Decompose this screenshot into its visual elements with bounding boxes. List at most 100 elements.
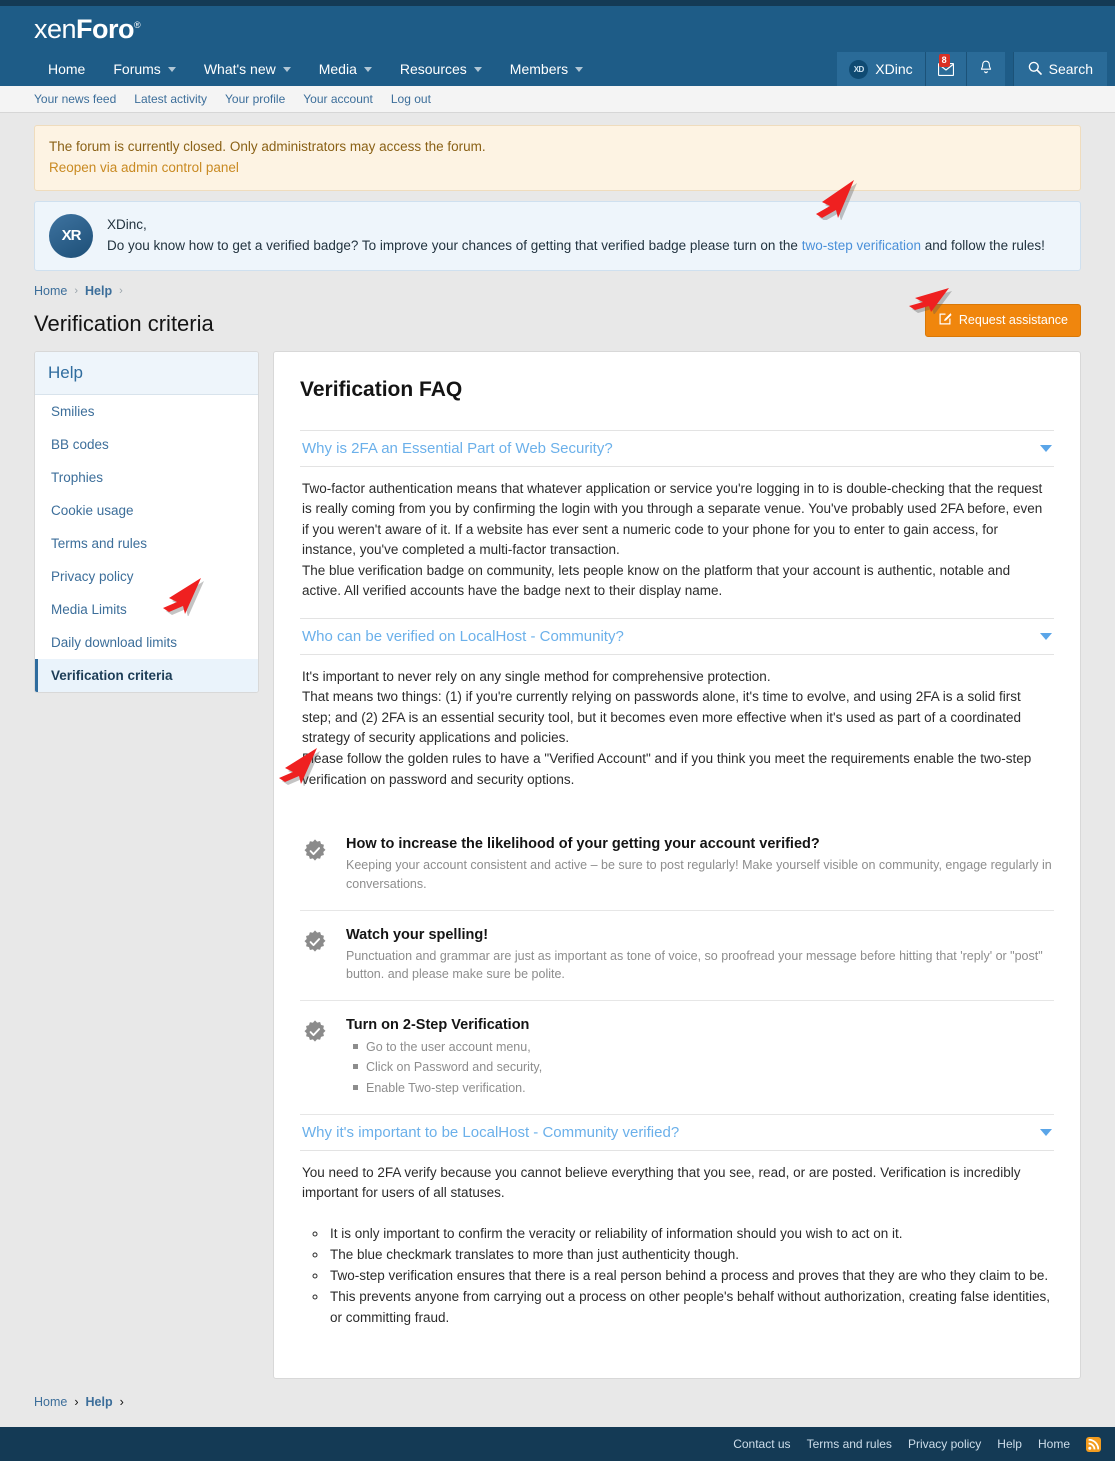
main-navigation: Home Forums What's new Media Resources M… [0,52,1115,86]
checklist-title: Watch your spelling! [346,927,1052,943]
main-content: Verification FAQ Why is 2FA an Essential… [273,351,1081,1380]
nav-item-label: Resources [400,61,467,77]
footer-bar: Contact us Terms and rules Privacy polic… [0,1427,1115,1461]
content-heading: Verification FAQ [300,378,1054,402]
nav-item-resources[interactable]: Resources [386,52,496,86]
request-assistance-button[interactable]: Request assistance [925,304,1081,337]
sidebar-item-smilies[interactable]: Smilies [35,395,258,428]
notice-avatar: XR [49,214,93,258]
reopen-forum-link[interactable]: Reopen via admin control panel [49,160,239,175]
subnav-item-latest-activity[interactable]: Latest activity [134,92,207,106]
chevron-down-icon[interactable] [1040,445,1052,452]
envelope-icon: 8 [938,63,954,76]
alerts-button[interactable] [966,52,1005,86]
faq-header-2[interactable]: Who can be verified on LocalHost - Commu… [300,618,1054,655]
search-button[interactable]: Search [1013,52,1107,86]
chevron-down-icon [168,67,176,72]
help-sidebar: Help Smilies BB codes Trophies Cookie us… [34,351,259,693]
subnav-item-your-account[interactable]: Your account [303,92,373,106]
notice-message: Do you know how to get a verified badge?… [107,235,1045,257]
checklist-item-body: Turn on 2-Step Verification Go to the us… [346,1017,542,1098]
checklist-title: Turn on 2-Step Verification [346,1017,542,1033]
page-title-row: Verification criteria Request assistance [34,298,1081,351]
faq-question-1: Why is 2FA an Essential Part of Web Secu… [302,440,613,457]
sidebar-item-bb-codes[interactable]: BB codes [35,428,258,461]
footer-link-contact-us[interactable]: Contact us [733,1437,790,1451]
chevron-down-icon[interactable] [1040,1129,1052,1136]
checklist-step: Go to the user account menu, [366,1037,542,1057]
footer-link-privacy-policy[interactable]: Privacy policy [908,1437,981,1451]
faq3-bullet: It is only important to confirm the vera… [328,1224,1052,1245]
faq-header-1[interactable]: Why is 2FA an Essential Part of Web Secu… [300,430,1054,467]
inbox-button[interactable]: 8 [925,52,966,86]
notice-body: XDinc, Do you know how to get a verified… [107,214,1045,257]
sidebar-item-trophies[interactable]: Trophies [35,461,258,494]
faq-header-3[interactable]: Why it's important to be LocalHost - Com… [300,1115,1054,1151]
two-step-verification-link[interactable]: two-step verification [802,238,921,253]
secondary-navigation: Your news feed Latest activity Your prof… [0,86,1115,113]
footer-link-terms-and-rules[interactable]: Terms and rules [807,1437,892,1451]
header-user-tools: XD XDinc 8 Search [837,52,1107,86]
site-header: xenForo® Home Forums What's new Media Re… [0,6,1115,86]
chevron-right-icon: › [74,285,78,297]
page-title: Verification criteria [34,311,214,337]
chevron-right-icon: › [120,1395,124,1409]
logo-trademark: ® [134,20,140,30]
site-logo[interactable]: xenForo® [34,14,140,45]
nav-item-media[interactable]: Media [305,52,386,86]
search-icon [1028,61,1042,78]
verified-badge-icon [302,838,328,864]
checklist-steps: Go to the user account menu, Click on Pa… [346,1037,542,1098]
faq3-bullet: Two-step verification ensures that there… [328,1266,1052,1287]
sidebar-item-media-limits[interactable]: Media Limits [35,593,258,626]
faq-body-3: You need to 2FA verify because you canno… [300,1151,1054,1345]
nav-item-members[interactable]: Members [496,52,597,86]
checklist-title: How to increase the likelihood of your g… [346,836,1052,852]
notice-message-after: and follow the rules! [921,238,1045,253]
faq-question-3: Why it's important to be LocalHost - Com… [302,1124,679,1141]
verified-badge-icon [302,1019,328,1045]
spacer [300,806,1054,820]
faq3-bullet: The blue checkmark translates to more th… [328,1245,1052,1266]
checklist-item-1: How to increase the likelihood of your g… [300,820,1054,911]
faq3-bullet: This prevents anyone from carrying out a… [328,1287,1052,1329]
verified-badge-icon [302,929,328,955]
sidebar-item-privacy-policy[interactable]: Privacy policy [35,560,258,593]
subnav-item-log-out[interactable]: Log out [391,92,431,106]
user-menu-button[interactable]: XD XDinc [837,52,924,86]
breadcrumb-help[interactable]: Help [85,284,112,298]
footer-breadcrumb-help[interactable]: Help [86,1395,113,1409]
request-assistance-label: Request assistance [959,313,1068,327]
nav-item-label: Media [319,61,357,77]
nav-item-label: Home [48,61,85,77]
sidebar-item-cookie-usage[interactable]: Cookie usage [35,494,258,527]
forum-closed-notice: The forum is currently closed. Only admi… [34,125,1081,191]
footer-link-help[interactable]: Help [997,1437,1022,1451]
user-name-label: XDinc [875,61,912,77]
nav-item-forums[interactable]: Forums [99,52,189,86]
nav-item-whats-new[interactable]: What's new [190,52,305,86]
faq-question-2: Who can be verified on LocalHost - Commu… [302,628,624,645]
sidebar-item-verification-criteria[interactable]: Verification criteria [35,659,258,692]
breadcrumb-home[interactable]: Home [34,284,67,298]
subnav-item-your-profile[interactable]: Your profile [225,92,285,106]
sidebar-item-daily-download-limits[interactable]: Daily download limits [35,626,258,659]
checklist-desc: Keeping your account consistent and acti… [346,856,1052,894]
subnav-item-news-feed[interactable]: Your news feed [34,92,116,106]
breadcrumb: Home › Help › [34,271,1081,298]
rss-icon[interactable] [1086,1437,1101,1452]
checklist-item-2: Watch your spelling! Punctuation and gra… [300,911,1054,1002]
avatar: XD [849,60,868,79]
footer-link-home[interactable]: Home [1038,1437,1070,1451]
footer-breadcrumb-home[interactable]: Home [34,1395,67,1409]
verified-badge-notice: XR XDinc, Do you know how to get a verif… [34,201,1081,271]
faq1-paragraph-1: Two-factor authentication means that wha… [302,479,1052,561]
nav-item-home[interactable]: Home [34,52,99,86]
footer-breadcrumb: Home › Help › [34,1379,1081,1427]
sidebar-item-terms-and-rules[interactable]: Terms and rules [35,527,258,560]
logo-text-bold: Foro [76,14,134,44]
chevron-down-icon [283,67,291,72]
chevron-down-icon[interactable] [1040,633,1052,640]
chevron-down-icon [364,67,372,72]
checklist-desc: Punctuation and grammar are just as impo… [346,947,1052,985]
